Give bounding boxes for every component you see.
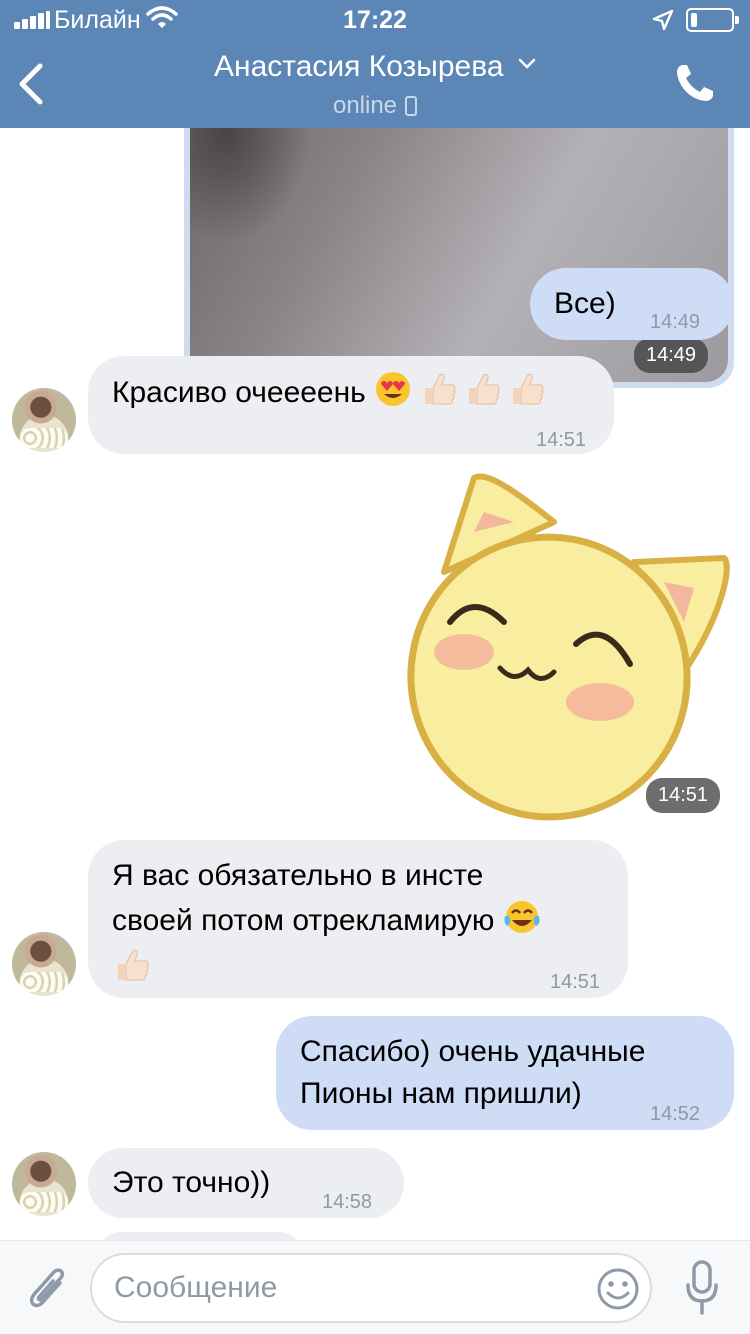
- message-text: Красиво очеееень: [112, 376, 366, 409]
- message-text: Все): [554, 287, 616, 320]
- message-text: своей потом отрекламирую: [112, 904, 495, 937]
- outgoing-message[interactable]: Спасибо) очень удачные Пионы нам пришли)…: [276, 1016, 734, 1130]
- online-status: online: [0, 92, 750, 120]
- mobile-device-icon: [405, 96, 418, 116]
- photo-message[interactable]: 14:49: [184, 128, 734, 388]
- thumbs-up-emoji: [468, 373, 500, 405]
- message-time: 14:49: [650, 311, 701, 333]
- message-time: 14:52: [650, 1103, 701, 1125]
- message-time: 14:58: [322, 1191, 373, 1213]
- message-text: Я вас обязательно в инсте: [112, 859, 484, 892]
- incoming-message[interactable]: Я вас обязательно в инсте своей потом от…: [88, 840, 628, 998]
- thumbs-up-emoji: [513, 373, 544, 405]
- avatar[interactable]: [12, 388, 76, 452]
- avatar[interactable]: [12, 1152, 76, 1216]
- incoming-message[interactable]: Это точно)) 14:58: [88, 1148, 404, 1218]
- message-text-line: своей потом отрекламирую: [112, 898, 541, 941]
- incoming-message[interactable]: [100, 1232, 300, 1240]
- avatar[interactable]: [12, 932, 76, 996]
- smiley-icon[interactable]: [596, 1267, 640, 1311]
- incoming-message[interactable]: Красиво очеееень 14:51: [88, 356, 614, 454]
- message-time: 14:51: [646, 778, 721, 813]
- message-input[interactable]: [114, 1255, 594, 1321]
- message-text: Это точно)): [112, 1166, 271, 1199]
- tears-of-joy-emoji: [504, 901, 540, 933]
- message-time: 14:49: [634, 338, 709, 373]
- happy-cat-sticker[interactable]: [404, 472, 734, 822]
- message-field-wrap[interactable]: [90, 1253, 652, 1323]
- message-composer: [0, 1240, 750, 1334]
- microphone-icon[interactable]: [684, 1259, 720, 1317]
- status-bar: Билайн 17:22: [0, 0, 750, 40]
- location-icon: [652, 9, 674, 31]
- message-text: Спасибо) очень удачные: [300, 1035, 646, 1068]
- message-text-line: Красиво очеееень: [112, 370, 545, 413]
- paperclip-icon[interactable]: [24, 1261, 70, 1315]
- battery-icon: [686, 8, 739, 32]
- contact-name: Анастасия Козырева: [214, 50, 504, 83]
- chevron-down-icon: [518, 58, 536, 69]
- thumbs-up-emoji: [118, 949, 149, 981]
- chat-header: Билайн 17:22 Анастасия Козырева online: [0, 0, 750, 128]
- message-time: 14:51: [550, 971, 601, 993]
- message-time: 14:51: [536, 429, 587, 451]
- online-status-label: online: [332, 92, 398, 119]
- message-text: Пионы нам пришли): [300, 1077, 582, 1110]
- clock: 17:22: [343, 6, 407, 34]
- heart-eyes-emoji: [376, 372, 411, 406]
- message-list[interactable]: 14:49 Все) 14:49 Красиво очеееень 14:51 …: [0, 128, 750, 1240]
- thumbs-up-emoji: [424, 373, 456, 405]
- outgoing-message[interactable]: Все) 14:49: [530, 268, 734, 340]
- phone-icon[interactable]: [674, 62, 716, 104]
- contact-title[interactable]: Анастасия Козырева: [0, 50, 750, 84]
